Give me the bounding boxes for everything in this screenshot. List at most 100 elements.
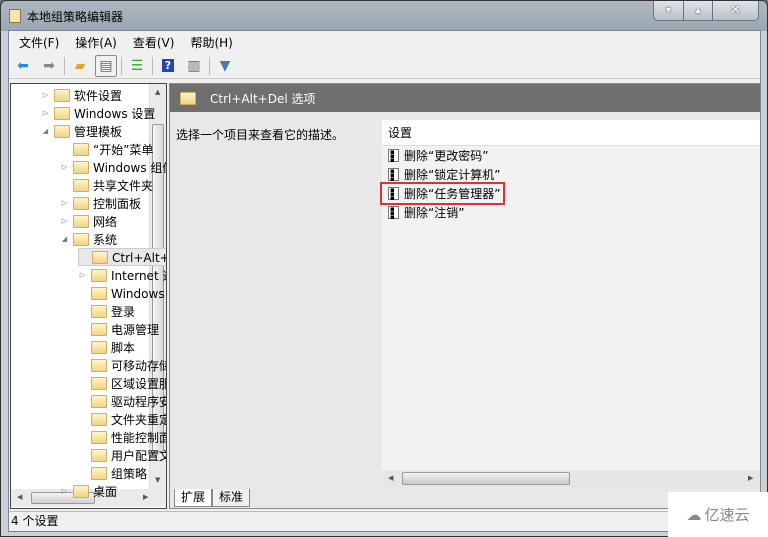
expand-arrow-icon[interactable]: ▷ — [41, 91, 50, 99]
expand-arrow-icon[interactable]: ▷ — [60, 217, 69, 225]
expand-arrow-icon[interactable]: ▷ — [60, 199, 69, 207]
export-list-icon[interactable]: ☰ — [126, 55, 148, 77]
tree-item[interactable]: 共享文件夹 — [60, 176, 153, 194]
tab-standard[interactable]: 标准 — [212, 489, 251, 507]
scroll-right-icon[interactable]: ▶ — [748, 474, 753, 482]
expand-arrow-icon[interactable]: ◢ — [41, 127, 50, 135]
menu-help[interactable]: 帮助(H) — [190, 34, 232, 51]
setting-label: 删除“任务管理器” — [404, 187, 501, 201]
tree-item[interactable]: ▷ 桌面 — [60, 482, 117, 500]
forward-icon[interactable]: ➡ — [38, 55, 60, 77]
expand-arrow-icon[interactable]: ▷ — [60, 487, 69, 495]
menu-bar: 文件(F) 操作(A) 查看(V) 帮助(H) — [9, 31, 760, 53]
tree-item[interactable]: ▷ 网络 — [60, 212, 117, 230]
folder-icon — [91, 322, 107, 336]
scroll-down-icon[interactable]: ▼ — [155, 476, 160, 484]
back-icon[interactable]: ⬅ — [12, 55, 34, 77]
tree-item-label: 管理模板 — [74, 124, 123, 139]
list-horizontal-scrollbar[interactable]: ◀ ▶ — [382, 470, 760, 487]
tree-item[interactable]: 区域设置服务 — [78, 374, 166, 392]
folder-icon — [91, 430, 107, 444]
minimize-button[interactable]: ▾ — [654, 1, 683, 20]
tree-item[interactable]: ▷ 控制面板 — [60, 194, 141, 212]
tree-item[interactable]: Ctrl+Alt+Del 选项 — [78, 248, 166, 266]
maximize-button[interactable]: ▴ — [683, 1, 712, 20]
expand-arrow-icon[interactable]: ▷ — [60, 163, 69, 171]
up-folder-icon[interactable]: ▰ — [69, 55, 91, 77]
folder-icon — [91, 304, 107, 318]
folder-icon — [73, 178, 89, 192]
folder-icon — [91, 466, 107, 480]
folder-icon — [91, 394, 107, 408]
tree-item[interactable]: 文件夹重定向 — [78, 410, 166, 428]
folder-icon — [54, 124, 70, 138]
close-button[interactable]: ✕ — [712, 1, 758, 20]
menu-action[interactable]: 操作(A) — [75, 34, 117, 51]
expand-arrow-icon[interactable]: ▷ — [78, 271, 87, 279]
tree-item-label: Ctrl+Alt+Del 选项 — [112, 250, 166, 265]
filter-icon[interactable]: ▼ — [214, 55, 236, 77]
show-hide-tree-icon[interactable]: ▤ — [95, 54, 117, 77]
setting-item[interactable]: ▪ ▪ ▪ 删除“任务管理器” — [380, 182, 505, 205]
scrollbar-thumb[interactable] — [402, 472, 570, 485]
show-action-pane-icon[interactable]: ▥ — [183, 55, 205, 77]
tree-item-label: “开始”菜单 — [93, 142, 154, 157]
tree-item[interactable]: 用户配置文件 — [78, 446, 166, 464]
tree-item[interactable]: ▷ 软件设置 — [41, 86, 122, 104]
tree-item-label: 登录 — [111, 304, 136, 319]
watermark-text: 亿速云 — [704, 506, 750, 524]
settings-list: 设置 ▪ ▪ ▪ 删除“更改密码” ▪ ▪ ▪ 删除“锁定计算机” ▪ ▪ ▪ 删除“任务管理器” ▪ ▪… — [380, 120, 760, 470]
folder-icon — [91, 340, 107, 354]
tab-extended[interactable]: 扩展 — [174, 489, 213, 507]
tree-item[interactable]: 可移动存储访问 — [78, 356, 166, 374]
expand-arrow-icon[interactable]: ▷ — [41, 109, 50, 117]
tree-item[interactable]: 组策略 — [78, 464, 147, 482]
tree-item[interactable]: ▷ Windows 设置 — [41, 104, 155, 122]
scroll-left-icon[interactable]: ◀ — [388, 474, 393, 482]
tree-item[interactable]: “开始”菜单 — [60, 140, 153, 158]
setting-label: 删除“更改密码” — [404, 149, 489, 163]
folder-icon — [91, 286, 107, 300]
tree-item-label: 区域设置服务 — [111, 376, 166, 391]
expand-arrow-icon[interactable]: ◢ — [60, 235, 69, 243]
tree-item[interactable]: 驱动程序安装 — [78, 392, 166, 410]
tree-item-label: 共享文件夹 — [93, 178, 154, 193]
tree-item[interactable]: Windows 文件保护 — [78, 284, 166, 302]
tree-item[interactable]: ▷ Internet 通信管理 — [78, 266, 166, 284]
tree-item-label: 软件设置 — [74, 88, 123, 103]
menu-file[interactable]: 文件(F) — [19, 34, 59, 51]
scroll-up-icon[interactable]: ▲ — [155, 88, 160, 96]
divider — [64, 56, 65, 75]
tree-item[interactable]: ◢ 管理模板 — [41, 122, 122, 140]
cloud-icon: ☁ — [686, 505, 702, 524]
policy-setting-icon: ▪ ▪ ▪ — [388, 149, 399, 164]
description-text: 选择一个项目来查看它的描述。 — [176, 128, 345, 142]
menu-view[interactable]: 查看(V) — [133, 34, 175, 51]
column-header-settings[interactable]: 设置 — [382, 120, 760, 146]
tree-item[interactable]: 登录 — [78, 302, 135, 320]
scroll-left-icon[interactable]: ◀ — [17, 493, 22, 501]
tree-item-label: 控制面板 — [93, 196, 142, 211]
tree-item[interactable]: 电源管理 — [78, 320, 159, 338]
setting-item[interactable]: ▪ ▪ ▪ 删除“锁定计算机” — [382, 165, 503, 184]
tree-item-label: Windows 文件保护 — [111, 286, 166, 301]
tree-item[interactable]: ◢ 系统 — [60, 230, 117, 248]
window-title: 本地组策略编辑器 — [27, 9, 124, 24]
scroll-right-icon[interactable]: ▶ — [143, 493, 148, 501]
folder-icon — [91, 358, 107, 372]
folder-icon — [91, 412, 107, 426]
tree-item-label: 性能控制面板 — [111, 430, 166, 445]
tree-item-label: Windows 设置 — [74, 106, 156, 121]
help-icon[interactable]: ? — [157, 55, 179, 77]
folder-icon — [73, 484, 89, 498]
folder-icon — [91, 268, 107, 282]
setting-item[interactable]: ▪ ▪ ▪ 删除“注销” — [382, 203, 503, 222]
tree-item-label: 系统 — [93, 232, 118, 247]
tree-item[interactable]: 性能控制面板 — [78, 428, 166, 446]
details-pane: Ctrl+Alt+Del 选项 选择一个项目来查看它的描述。 设置 ▪ ▪ ▪ 删除“… — [169, 83, 761, 509]
tree-item[interactable]: ▷ Windows 组件 — [60, 158, 166, 176]
tree-pane: ▲ ▼ ◀ ▶ ▷ 软件设置 ▷ Windows 设置 ◢ 管理模板 “开始”菜单 ▷ Wind… — [10, 83, 167, 509]
tree-item[interactable]: 脚本 — [78, 338, 135, 356]
tree-item-label: 脚本 — [111, 340, 136, 355]
setting-item[interactable]: ▪ ▪ ▪ 删除“更改密码” — [382, 146, 503, 165]
